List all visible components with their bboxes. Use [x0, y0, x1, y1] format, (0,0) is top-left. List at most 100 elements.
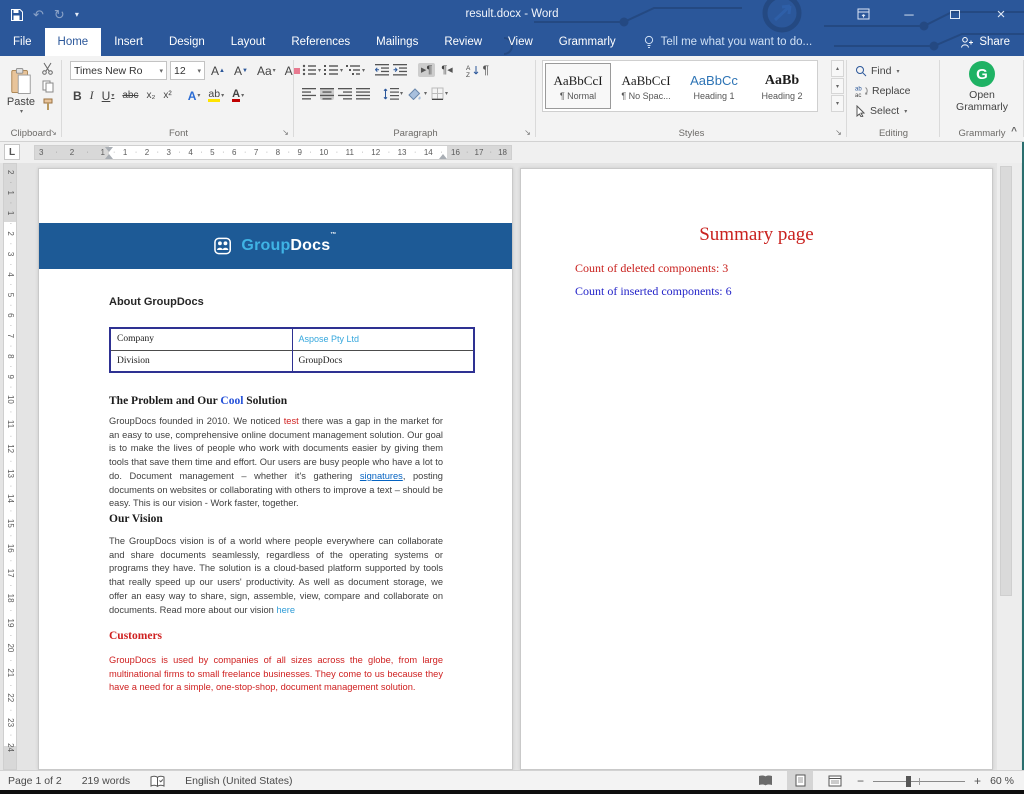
horizontal-ruler[interactable]: 3·2·1 ·1·2·3·4·5·6·7·8·9·10·11·12·13·14·…: [34, 145, 512, 160]
decrease-indent-icon[interactable]: [375, 64, 390, 76]
justify-icon[interactable]: [356, 88, 370, 100]
shrink-font-button[interactable]: A▼: [231, 63, 251, 79]
tab-file[interactable]: File: [0, 28, 45, 56]
tab-references[interactable]: References: [278, 28, 363, 56]
rtl-direction-icon[interactable]: ¶◀: [438, 63, 455, 77]
style-heading-2[interactable]: AaBb Heading 2: [749, 63, 815, 109]
ribbon-display-options-icon[interactable]: [840, 0, 886, 28]
font-color-button[interactable]: A: [229, 88, 247, 103]
styles-scroll-up-icon[interactable]: ▴: [831, 60, 844, 77]
paste-button[interactable]: Paste: [4, 60, 38, 122]
vision-heading[interactable]: Our Vision: [109, 513, 163, 525]
bullets-icon[interactable]: [302, 64, 321, 76]
scrollbar-thumb[interactable]: [1000, 166, 1012, 596]
problem-paragraph[interactable]: GroupDocs founded in 2010. We noticed te…: [109, 415, 443, 511]
customers-heading[interactable]: Customers: [109, 630, 162, 642]
hanging-indent-marker[interactable]: [105, 154, 113, 159]
ltr-direction-icon[interactable]: ▶¶: [418, 63, 435, 77]
tab-review[interactable]: Review: [431, 28, 495, 56]
zoom-level[interactable]: 60 %: [990, 775, 1014, 787]
summary-inserted-line[interactable]: Count of inserted components: 6: [575, 284, 732, 299]
bold-button[interactable]: B: [70, 88, 85, 104]
summary-title[interactable]: Summary page: [521, 224, 992, 246]
print-layout-icon[interactable]: [787, 771, 813, 790]
style-heading-1[interactable]: AaBbCc Heading 1: [681, 63, 747, 109]
italic-button[interactable]: I: [87, 87, 97, 104]
table-cell-company-key[interactable]: Company: [110, 328, 292, 350]
open-grammarly-button[interactable]: G Open Grammarly: [940, 61, 1024, 113]
subscript-button[interactable]: x₂: [143, 89, 158, 102]
zoom-slider-thumb[interactable]: [906, 776, 911, 787]
minimize-icon[interactable]: ─: [886, 0, 932, 28]
select-button[interactable]: Select: [855, 102, 911, 120]
styles-scroll-down-icon[interactable]: ▾: [831, 78, 844, 95]
ribbon: Paste Clipboard Times New Ro 12: [0, 56, 1024, 142]
text-effects-button[interactable]: A: [185, 88, 204, 104]
close-icon[interactable]: ×: [978, 0, 1024, 28]
customers-paragraph[interactable]: GroupDocs is used by companies of all si…: [109, 654, 443, 695]
text-highlight-button[interactable]: ab: [205, 88, 227, 103]
language-indicator[interactable]: English (United States): [185, 775, 292, 787]
align-right-icon[interactable]: [338, 88, 352, 100]
font-dialog-launcher[interactable]: [280, 127, 291, 138]
problem-heading[interactable]: The Problem and Our Cool Solution: [109, 395, 287, 407]
increase-indent-icon[interactable]: [393, 64, 408, 76]
replace-button[interactable]: abac Replace: [855, 82, 911, 100]
maximize-icon[interactable]: [932, 0, 978, 28]
style-no-spacing[interactable]: AaBbCcI ¶ No Spac...: [613, 63, 679, 109]
about-heading[interactable]: About GroupDocs: [109, 296, 204, 308]
share-button[interactable]: Share: [960, 28, 1010, 56]
superscript-button[interactable]: x²: [160, 89, 174, 102]
tab-layout[interactable]: Layout: [218, 28, 279, 56]
collapse-ribbon-icon[interactable]: ^: [1011, 126, 1017, 137]
page-indicator[interactable]: Page 1 of 2: [8, 775, 62, 787]
tab-stop-selector[interactable]: L: [4, 144, 20, 160]
borders-icon[interactable]: [431, 87, 448, 100]
tab-grammarly[interactable]: Grammarly: [546, 28, 629, 56]
zoom-slider[interactable]: [873, 775, 965, 787]
table-cell-division-key[interactable]: Division: [110, 350, 292, 372]
read-mode-icon[interactable]: [752, 771, 778, 790]
style-normal[interactable]: AaBbCcI ¶ Normal: [545, 63, 611, 109]
tab-design[interactable]: Design: [156, 28, 218, 56]
zoom-in-icon[interactable]: +: [974, 774, 981, 788]
line-spacing-icon[interactable]: [383, 88, 403, 100]
multilevel-list-icon[interactable]: [346, 64, 365, 76]
zoom-out-icon[interactable]: −: [857, 774, 864, 788]
grow-font-button[interactable]: A▲: [208, 63, 228, 79]
strikethrough-button[interactable]: abc: [119, 89, 141, 102]
sort-icon[interactable]: AZ: [466, 64, 480, 77]
clipboard-dialog-launcher[interactable]: [48, 127, 59, 138]
cut-icon[interactable]: [41, 62, 54, 75]
right-indent-marker[interactable]: [439, 154, 447, 159]
align-center-icon[interactable]: [320, 88, 334, 100]
underline-button[interactable]: U: [99, 88, 118, 104]
styles-dialog-launcher[interactable]: [833, 127, 844, 138]
first-line-indent-marker[interactable]: [105, 147, 113, 152]
format-painter-icon[interactable]: [41, 98, 54, 111]
change-case-button[interactable]: Aa: [254, 63, 279, 79]
font-size-combo[interactable]: 12: [170, 61, 205, 80]
tab-home[interactable]: Home: [45, 28, 102, 56]
tell-me-box[interactable]: Tell me what you want to do...: [643, 28, 813, 56]
font-name-combo[interactable]: Times New Ro: [70, 61, 167, 80]
find-button[interactable]: Find: [855, 62, 911, 80]
tab-mailings[interactable]: Mailings: [363, 28, 431, 56]
copy-icon[interactable]: [41, 80, 54, 93]
paragraph-dialog-launcher[interactable]: [522, 127, 533, 138]
tab-view[interactable]: View: [495, 28, 546, 56]
tab-insert[interactable]: Insert: [101, 28, 156, 56]
align-left-icon[interactable]: [302, 88, 316, 100]
proofing-status-icon[interactable]: [150, 775, 165, 787]
show-paragraph-marks-icon[interactable]: ¶: [483, 63, 489, 77]
word-count[interactable]: 219 words: [82, 775, 130, 787]
shading-icon[interactable]: [407, 87, 427, 100]
table-cell-division-value[interactable]: GroupDocs: [292, 350, 474, 372]
styles-more-icon[interactable]: ▾: [831, 95, 844, 112]
vision-paragraph[interactable]: The GroupDocs vision is of a world where…: [109, 535, 443, 617]
summary-deleted-line[interactable]: Count of deleted components: 3: [575, 261, 728, 276]
table-cell-company-value[interactable]: Aspose Pty Ltd: [292, 328, 474, 350]
numbering-icon[interactable]: [324, 64, 343, 76]
vertical-scrollbar[interactable]: [997, 163, 1021, 770]
web-layout-icon[interactable]: [822, 771, 848, 790]
